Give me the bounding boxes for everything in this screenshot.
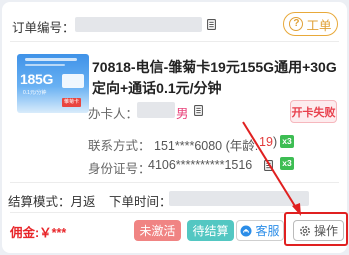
annotation-highlight-box bbox=[284, 212, 348, 246]
